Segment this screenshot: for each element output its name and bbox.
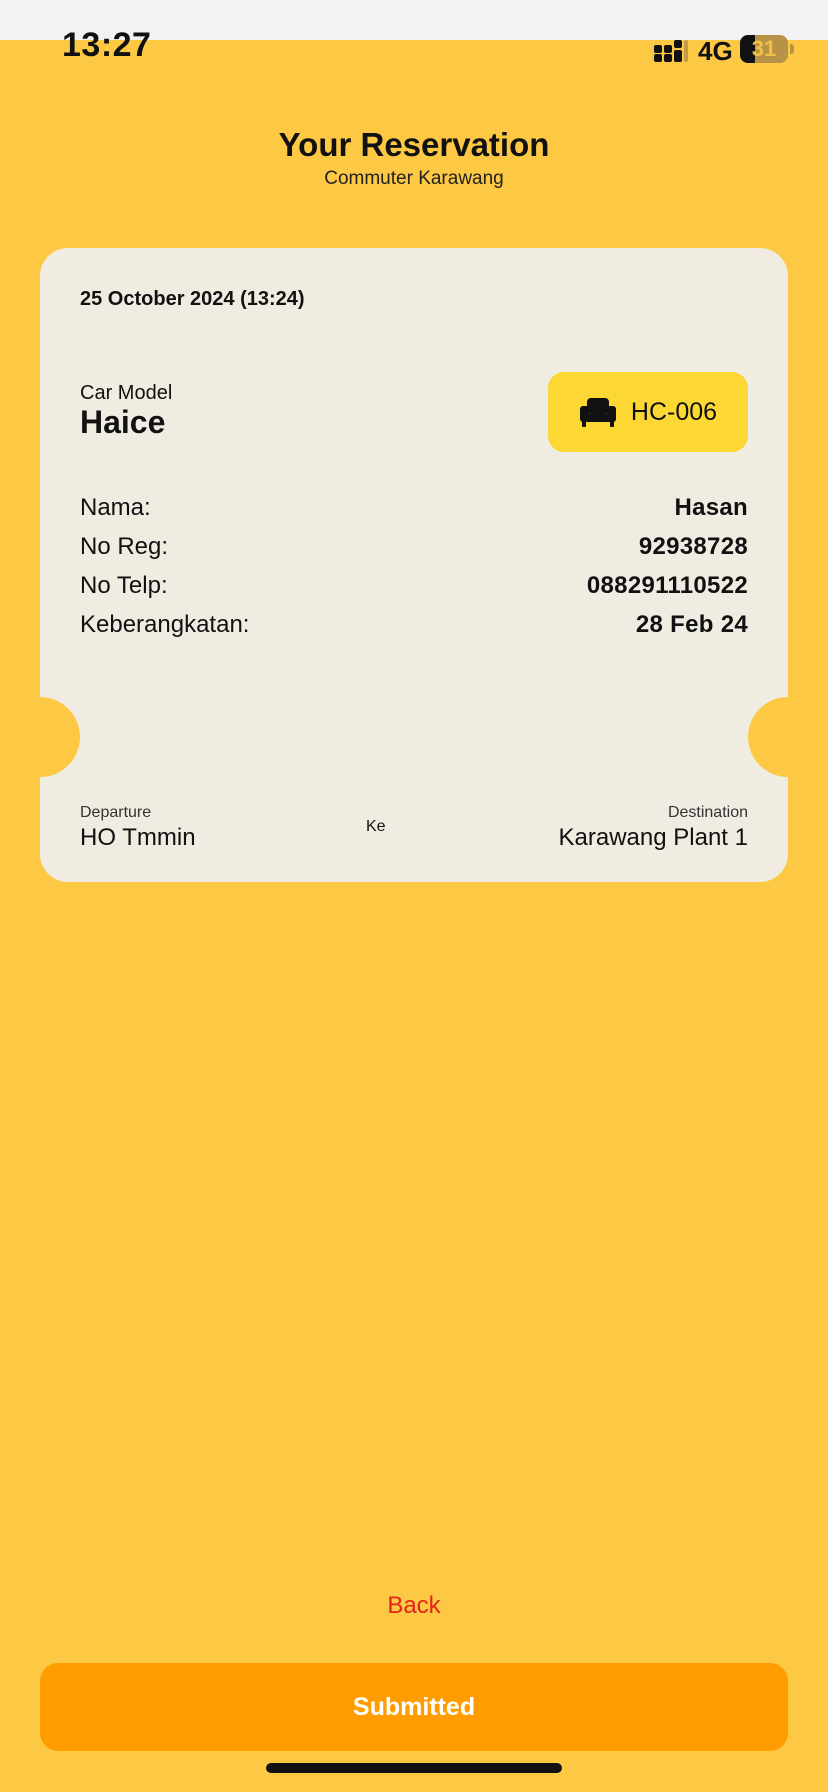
destination-label: Destination [667,804,748,821]
info-label: Keberangkatan: [80,611,250,638]
info-value: Hasan [674,494,748,521]
seat-badge[interactable]: HC-006 [548,372,748,452]
reservation-date: 25 October 2024 (13:24) [80,288,305,310]
info-label: No Telp: [80,572,168,599]
home-indicator [266,1763,562,1773]
info-value: 088291110522 [586,572,748,599]
info-label: Nama: [80,494,151,521]
seat-code: HC-006 [630,397,718,426]
status-time: 13:27 [62,26,152,64]
info-label: No Reg: [80,533,169,560]
departure-value: HO Tmmin [80,824,196,851]
back-link[interactable]: Back [0,1592,828,1620]
destination-value: Karawang Plant 1 [558,824,748,851]
info-value: 28 Feb 24 [635,611,748,638]
signal-icon [654,40,688,64]
info-value: 92938728 [638,533,748,560]
page-title: Your Reservation [278,126,550,163]
network-type: 4G [698,36,733,66]
ticket-notch-right [748,697,788,777]
reservation-ticket-card: 25 October 2024 (13:24) Car Model Haice … [40,248,788,882]
info-row-reg: No Reg: 92938728 [80,530,748,564]
armchair-icon [579,396,617,428]
info-row-departure-date: Keberangkatan: 28 Feb 24 [80,608,748,642]
submitted-button[interactable]: Submitted [40,1663,788,1751]
car-model-value: Haice [80,404,166,440]
ticket-notch-left [40,697,80,777]
departure-label: Departure [80,804,152,821]
route-connector: Ke [366,818,386,835]
battery-icon: 31 [740,35,788,63]
car-model-label: Car Model [80,382,173,404]
battery-nub [790,44,794,54]
page-subtitle: Commuter Karawang [324,168,504,189]
info-row-name: Nama: Hasan [80,491,748,525]
info-row-phone: No Telp: 088291110522 [80,569,748,603]
battery-percentage: 31 [751,36,777,61]
